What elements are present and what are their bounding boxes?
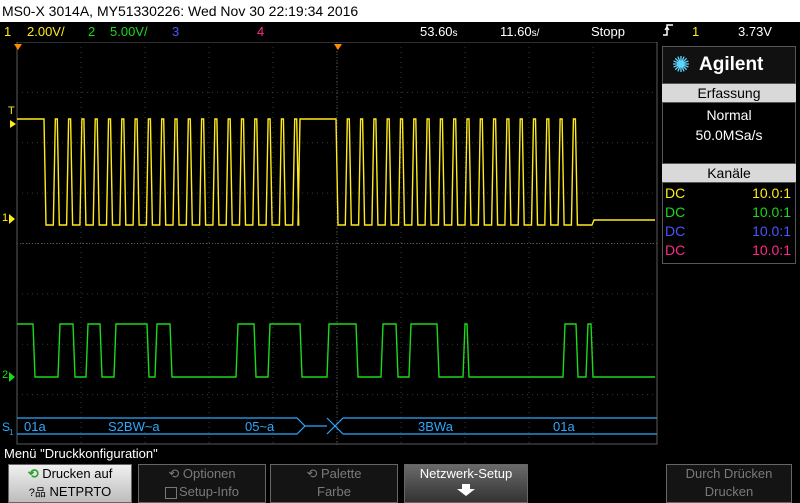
delay-value: 53.60 bbox=[420, 24, 453, 39]
ch2-coupling: DC bbox=[665, 204, 686, 220]
network-icon: ?品 bbox=[28, 487, 46, 499]
palette-softkey[interactable]: ⟲ Palette Farbe bbox=[270, 464, 398, 503]
trigger-level-arrow bbox=[10, 120, 16, 128]
ch1-probe: 10.0:1 bbox=[752, 185, 791, 201]
setup-info-label: Setup-Info bbox=[179, 484, 239, 499]
channel-row-1: DC 10.0:1 bbox=[663, 184, 795, 203]
ch2-ground-marker bbox=[9, 372, 15, 382]
ch2-ground-label[interactable]: 2 bbox=[2, 369, 8, 381]
ch1-waveform bbox=[17, 118, 655, 226]
options-label: Optionen bbox=[182, 466, 236, 481]
channel-row-4: DC 10.0:1 bbox=[663, 241, 795, 260]
ch2-waveform bbox=[17, 323, 655, 378]
ch1-coupling: DC bbox=[665, 185, 686, 201]
ch4-number[interactable]: 4 bbox=[257, 22, 264, 42]
trigger-source[interactable]: 1 bbox=[692, 22, 699, 42]
timebase-value: 11.60 bbox=[500, 24, 532, 39]
graticule bbox=[16, 42, 658, 445]
status-bar: 1 2.00V/ 2 5.00V/ 3 4 53.60s 11.60s/ Sto… bbox=[0, 22, 800, 42]
ch1-scale[interactable]: 2.00V/ bbox=[27, 22, 65, 42]
decode-segment: 01a bbox=[553, 419, 575, 434]
ch3-probe: 10.0:1 bbox=[752, 223, 791, 239]
rotate-knob-icon: ⟲ bbox=[168, 466, 180, 481]
brand-logo: ✺ Agilent bbox=[662, 46, 796, 84]
channels-title[interactable]: Kanäle bbox=[662, 164, 796, 182]
rotate-knob-icon: ⟲ bbox=[306, 466, 318, 481]
delay-unit: s bbox=[452, 28, 458, 39]
palette-label: Palette bbox=[321, 466, 362, 481]
rising-edge-icon bbox=[662, 22, 674, 44]
side-panel: ✺ Agilent Erfassung Normal 50.0MSa/s Kan… bbox=[660, 42, 800, 445]
ch2-number[interactable]: 2 bbox=[88, 22, 95, 42]
print-to-softkey[interactable]: ⟲ Drucken auf ?品 NETPRTO bbox=[8, 464, 132, 503]
horizontal-delay[interactable]: 53.60s bbox=[420, 22, 458, 44]
trigger-position-marker-2 bbox=[334, 44, 342, 50]
ch2-scale[interactable]: 5.00V/ bbox=[110, 22, 148, 42]
channel-row-3: DC 10.0:1 bbox=[663, 222, 795, 241]
timebase[interactable]: 11.60s/ bbox=[500, 22, 539, 44]
softkey-bar: ⟲ Drucken auf ?品 NETPRTO ⟲ Optionen Setu… bbox=[0, 462, 800, 503]
acquisition-box[interactable]: Normal 50.0MSa/s bbox=[662, 102, 796, 164]
down-arrow-icon bbox=[405, 483, 527, 502]
rotate-knob-icon: ⟲ bbox=[27, 466, 39, 481]
run-state[interactable]: Stopp bbox=[591, 22, 625, 42]
ch1-ground-label[interactable]: 1 bbox=[2, 212, 8, 224]
ch3-number[interactable]: 3 bbox=[172, 22, 179, 42]
serial-label-sub: 1 bbox=[9, 428, 14, 437]
print-to-value: NETPRTO bbox=[49, 484, 112, 499]
decode-segment: 05~a bbox=[245, 419, 275, 434]
acquisition-title[interactable]: Erfassung bbox=[662, 84, 796, 102]
trigger-level[interactable]: 3.73V bbox=[738, 22, 772, 42]
network-setup-softkey[interactable]: Netzwerk-Setup bbox=[404, 464, 528, 503]
waveform-display[interactable]: 01a S2BW~a 05~a 3BWa 01a T 1 2 S 1 bbox=[0, 42, 660, 445]
channel-row-2: DC 10.0:1 bbox=[663, 203, 795, 222]
trigger-position-marker bbox=[14, 44, 22, 50]
ch3-coupling: DC bbox=[665, 223, 686, 239]
trigger-level-marker: T bbox=[8, 105, 15, 117]
palette-value: Farbe bbox=[317, 484, 351, 499]
network-setup-label: Netzwerk-Setup bbox=[419, 466, 513, 481]
options-softkey[interactable]: ⟲ Optionen Setup-Info bbox=[138, 464, 266, 503]
brand-name: Agilent bbox=[699, 54, 764, 75]
ch4-probe: 10.0:1 bbox=[752, 242, 791, 258]
spark-logo-icon: ✺ bbox=[671, 52, 691, 77]
press-to-print-softkey[interactable]: Durch Drücken Drucken bbox=[666, 464, 792, 503]
press-to-print-label: Durch Drücken bbox=[685, 466, 773, 481]
decode-segment: S2BW~a bbox=[108, 419, 160, 434]
ch4-coupling: DC bbox=[665, 242, 686, 258]
print-to-label: Drucken auf bbox=[42, 466, 113, 481]
ch1-ground-marker bbox=[9, 214, 15, 224]
press-to-print-value: Drucken bbox=[704, 484, 754, 499]
menu-title: Menü "Druckkonfiguration" bbox=[0, 445, 800, 462]
ch1-number[interactable]: 1 bbox=[4, 22, 11, 42]
channels-box[interactable]: DC 10.0:1 DC 10.0:1 DC 10.0:1 DC 10.0:1 bbox=[662, 182, 796, 264]
setup-info-checkbox[interactable] bbox=[165, 486, 177, 499]
decode-segment: 01a bbox=[24, 419, 46, 434]
decode-segment: 3BWa bbox=[418, 419, 454, 434]
timebase-unit: s/ bbox=[531, 28, 540, 39]
ch2-probe: 10.0:1 bbox=[752, 204, 791, 220]
acquisition-mode: Normal bbox=[706, 107, 752, 123]
window-title: MS0-X 3014A, MY51330226: Wed Nov 30 22:1… bbox=[0, 0, 800, 22]
sample-rate: 50.0MSa/s bbox=[695, 127, 763, 143]
